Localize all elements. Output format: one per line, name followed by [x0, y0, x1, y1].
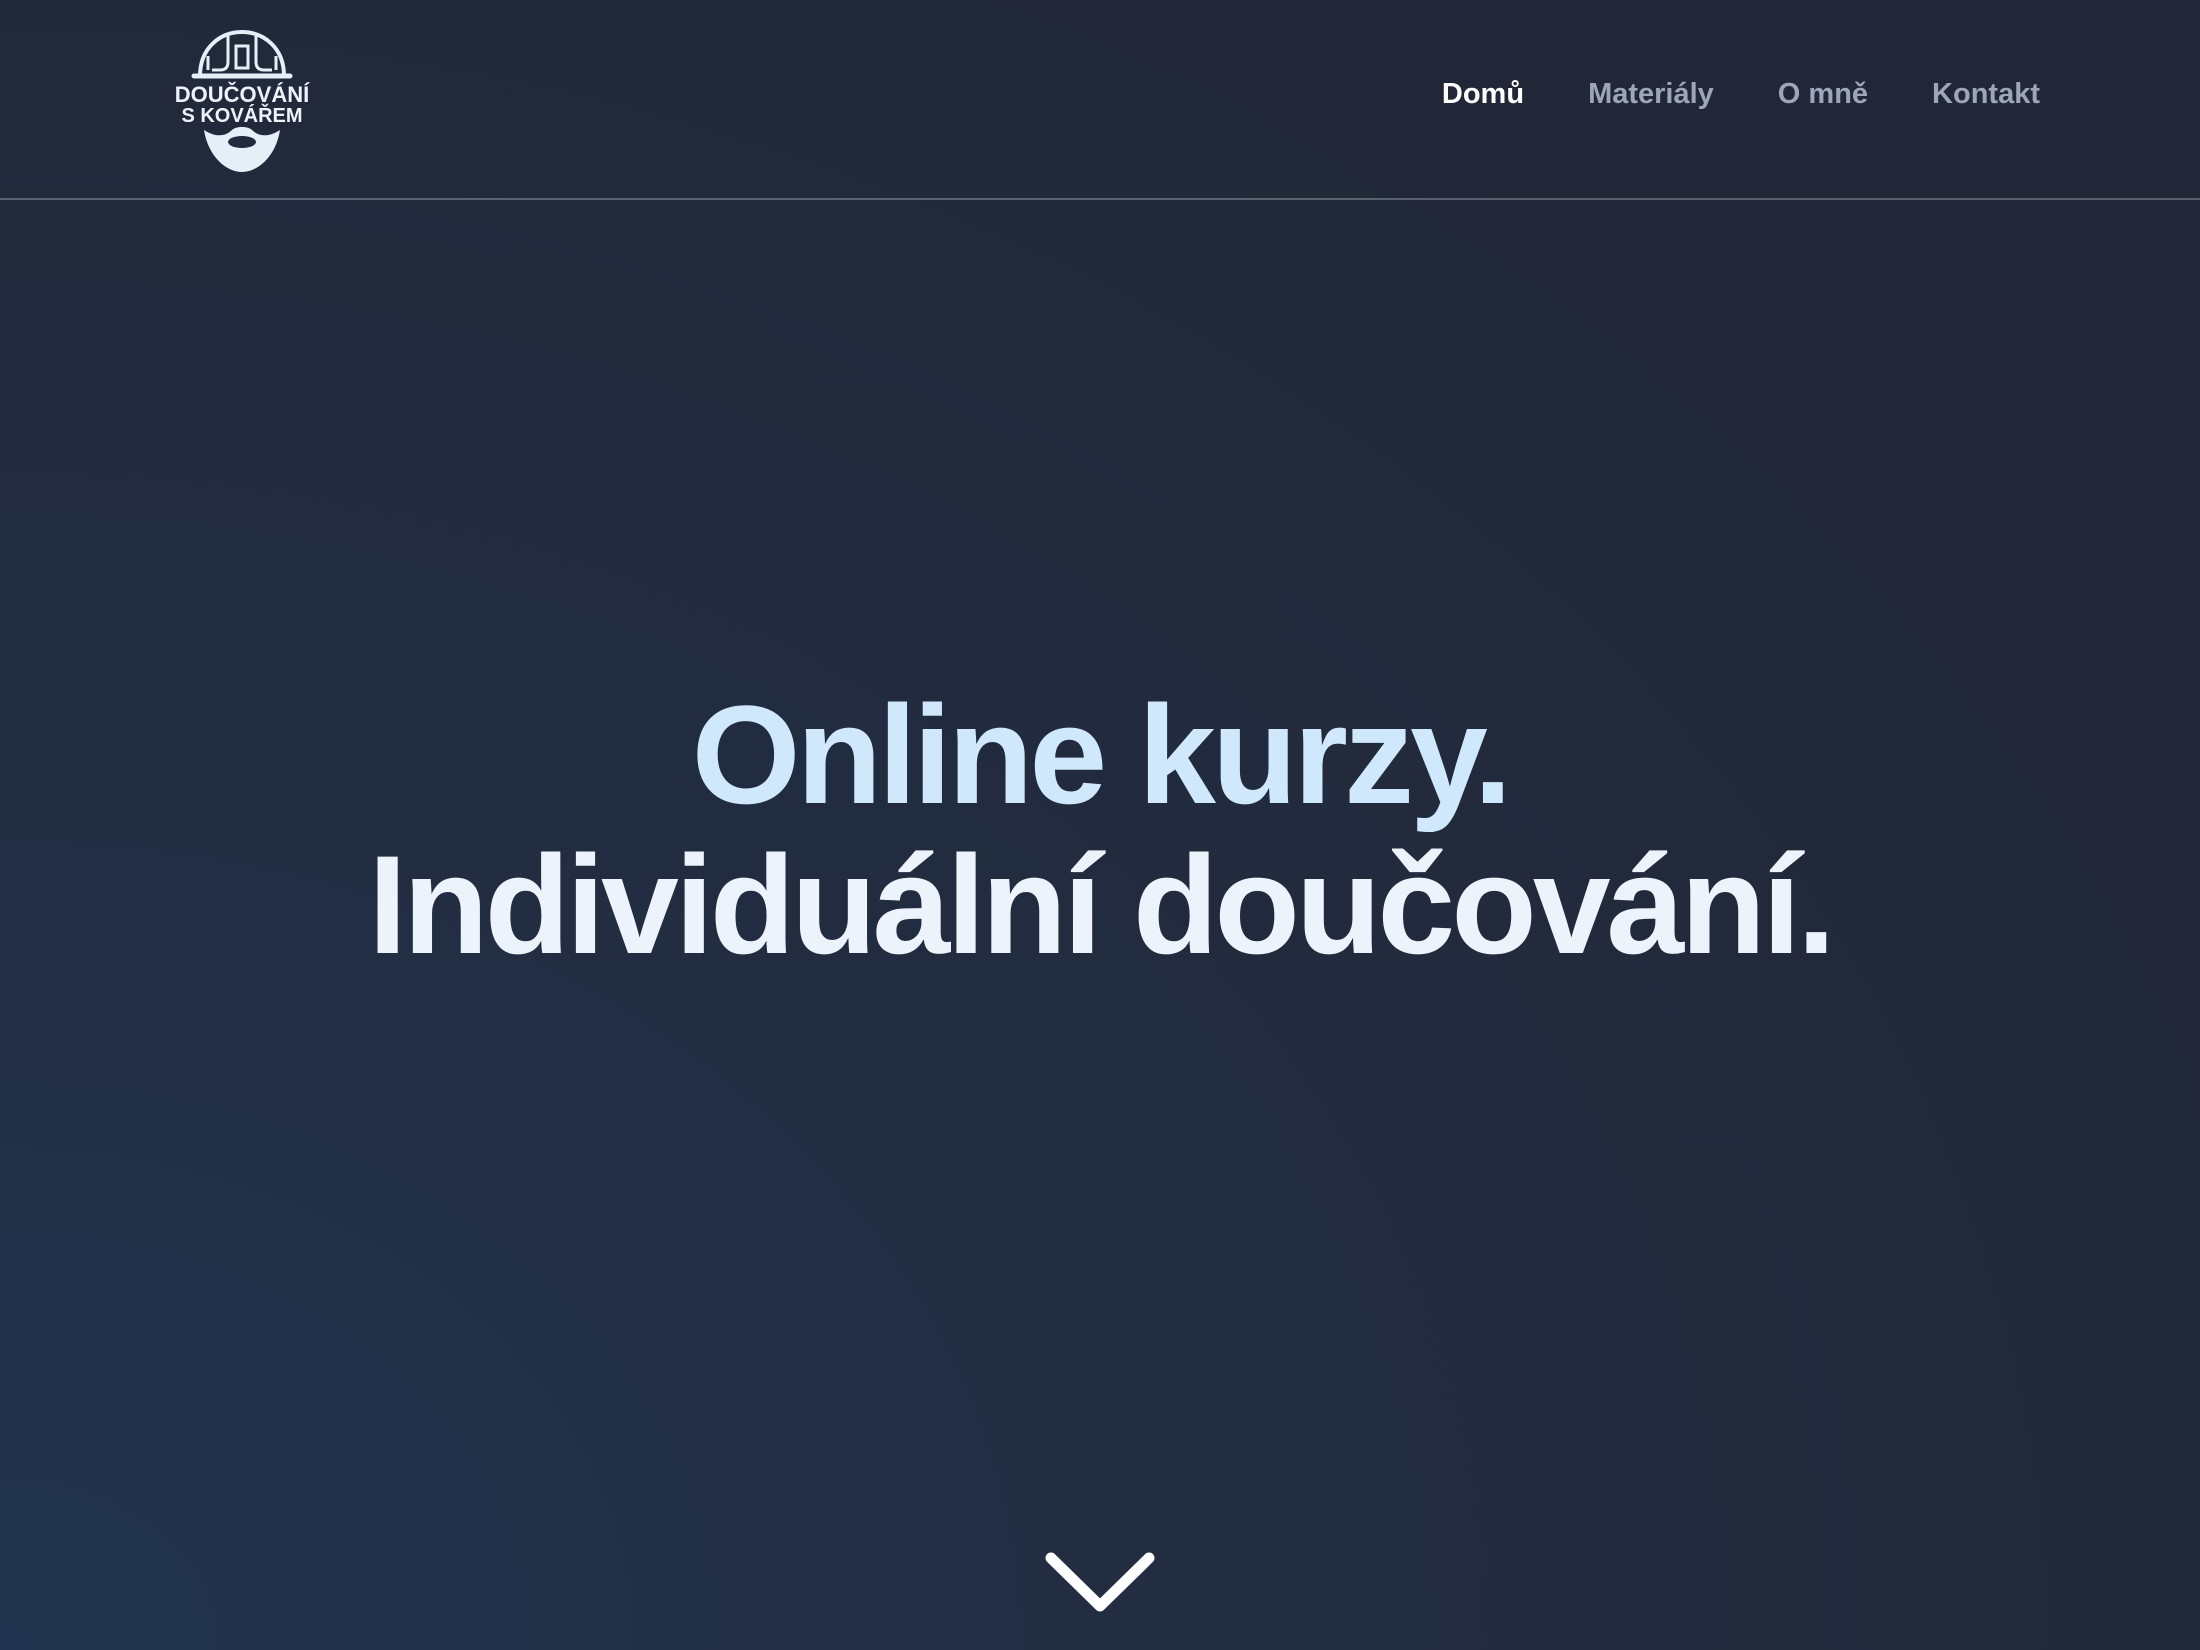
hero-headline-line1: Online kurzy.: [691, 676, 1513, 833]
hero-headline-line2: Individuální doučování.: [368, 826, 1836, 983]
main-nav: Domů Materiály O mně Kontakt: [1442, 78, 2040, 111]
logo-text-line2: S KOVÁŘEM: [181, 103, 302, 127]
nav-item-domu[interactable]: Domů: [1442, 78, 1524, 111]
site-header: DOUČOVÁNÍ S KOVÁŘEM Domů Materiály O mně…: [0, 0, 2200, 200]
helmet-beard-logo-icon: DOUČOVÁNÍ S KOVÁŘEM: [175, 29, 310, 172]
chevron-down-icon: [1045, 1552, 1155, 1612]
nav-item-materialy[interactable]: Materiály: [1588, 78, 1714, 111]
nav-item-o-mne[interactable]: O mně: [1778, 78, 1868, 111]
scroll-down-button[interactable]: [1043, 1548, 1157, 1618]
nav-item-kontakt[interactable]: Kontakt: [1932, 78, 2040, 111]
logo-text-line1: DOUČOVÁNÍ: [175, 82, 310, 107]
hero-section: Online kurzy. Individuální doučování.: [0, 680, 2200, 980]
site-logo[interactable]: DOUČOVÁNÍ S KOVÁŘEM: [168, 26, 316, 176]
